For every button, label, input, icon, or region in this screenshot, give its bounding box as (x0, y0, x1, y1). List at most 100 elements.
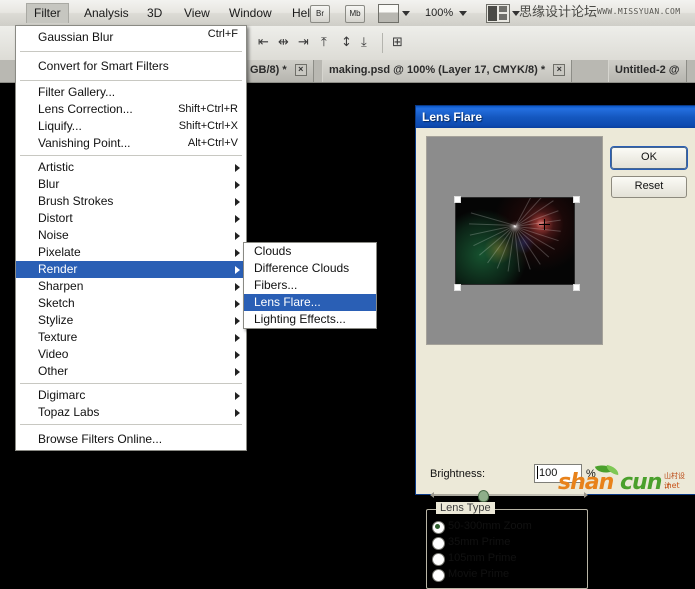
submenu-arrow-icon (235, 232, 240, 240)
menu-window[interactable]: Window (222, 4, 279, 22)
submenu-item-clouds[interactable]: Clouds (244, 243, 376, 260)
bridge-button[interactable]: Br (310, 5, 330, 23)
menu-item-render-label: Render (38, 262, 78, 276)
menu-item-pixelate[interactable]: Pixelate (16, 244, 246, 261)
menu-3d[interactable]: 3D (140, 4, 169, 22)
preview-handle-br[interactable] (573, 284, 580, 291)
submenu-arrow-icon (235, 317, 240, 325)
menu-item-gaussian-blur[interactable]: Gaussian Blur Ctrl+F (16, 26, 246, 48)
render-submenu[interactable]: Clouds Difference Clouds Fibers... Lens … (243, 242, 377, 329)
document-tab-0-close-icon[interactable]: × (294, 64, 307, 77)
view-extras-icon[interactable] (378, 4, 399, 23)
submenu-arrow-icon (235, 266, 240, 274)
menu-item-topaz-labs[interactable]: Topaz Labs (16, 404, 246, 421)
submenu-arrow-icon (235, 249, 240, 257)
menu-item-brush-strokes[interactable]: Brush Strokes (16, 193, 246, 210)
lens-type-legend: Lens Type (436, 502, 495, 514)
document-tab-1-close-icon[interactable]: × (553, 64, 566, 77)
ok-button[interactable]: OK (610, 146, 688, 170)
reset-button[interactable]: Reset (611, 176, 687, 198)
menu-item-texture-label: Texture (38, 330, 78, 344)
menu-window-label: Window (229, 6, 272, 20)
radio-icon-movie-prime[interactable] (432, 569, 445, 582)
radio-icon-105mm-prime[interactable] (432, 553, 445, 566)
brightness-slider-thumb[interactable] (478, 490, 489, 502)
preview-handle-bl[interactable] (454, 284, 461, 291)
distribute-middle-icon[interactable]: ↕ (341, 35, 352, 50)
menu-item-texture[interactable]: Texture (16, 329, 246, 346)
menu-separator-3 (20, 155, 242, 156)
auto-align-icon[interactable]: ⊞ (392, 35, 403, 50)
submenu-arrow-icon (235, 334, 240, 342)
submenu-item-lighting-effects[interactable]: Lighting Effects... (244, 311, 376, 328)
menu-item-filter-gallery-label: Filter Gallery... (38, 85, 116, 99)
filter-dropdown-menu[interactable]: Gaussian Blur Ctrl+F Convert for Smart F… (15, 25, 247, 451)
menu-item-filter-gallery[interactable]: Filter Gallery... (16, 84, 246, 101)
submenu-item-lens-flare[interactable]: Lens Flare... (244, 294, 376, 311)
submenu-arrow-icon (235, 164, 240, 172)
lens-type-option-1-label: 35mm Prime (448, 536, 511, 548)
menu-item-liquify[interactable]: Liquify... Shift+Ctrl+X (16, 118, 246, 135)
view-extras-chevron-down-icon[interactable] (402, 11, 410, 16)
menu-item-digimarc[interactable]: Digimarc (16, 387, 246, 404)
document-tab-2[interactable]: Untitled-2 @ (608, 60, 687, 82)
menu-item-noise[interactable]: Noise (16, 227, 246, 244)
menu-item-convert-for-smart-filters[interactable]: Convert for Smart Filters (16, 55, 246, 77)
menu-analysis[interactable]: Analysis (77, 4, 136, 22)
align-left-icon[interactable]: ⇤ (258, 35, 269, 50)
menu-item-digimarc-label: Digimarc (38, 388, 86, 402)
document-tab-0[interactable]: GB/8) * × (243, 60, 314, 82)
align-right-icon[interactable]: ⇥ (298, 35, 309, 50)
menu-item-blur[interactable]: Blur (16, 176, 246, 193)
submenu-item-fibers-label: Fibers... (254, 278, 298, 292)
preview-handle-tr[interactable] (573, 196, 580, 203)
menu-item-lens-correction-shortcut: Shift+Ctrl+R (178, 103, 238, 115)
menu-view[interactable]: View (177, 4, 217, 22)
radio-icon-50-300mm-zoom[interactable] (432, 521, 445, 534)
menu-item-stylize[interactable]: Stylize (16, 312, 246, 329)
flare-center-crosshair-icon[interactable] (539, 219, 550, 230)
submenu-arrow-icon (235, 198, 240, 206)
submenu-arrow-icon (235, 351, 240, 359)
menu-analysis-label: Analysis (84, 6, 129, 20)
menu-item-topaz-labs-label: Topaz Labs (38, 405, 100, 419)
zoom-level-value[interactable]: 100% (425, 5, 453, 21)
radio-icon-35mm-prime[interactable] (432, 537, 445, 550)
dialog-title-bar[interactable]: Lens Flare (416, 106, 695, 128)
menu-item-artistic[interactable]: Artistic (16, 159, 246, 176)
preview-handle-tl[interactable] (454, 196, 461, 203)
brightness-label: Brightness: (430, 468, 486, 480)
document-tab-1[interactable]: making.psd @ 100% (Layer 17, CMYK/8) * × (322, 60, 573, 82)
mini-bridge-button[interactable]: Mb (345, 5, 365, 23)
menu-bar: Filter Analysis 3D View Window Help Br M… (0, 0, 695, 27)
submenu-item-fibers[interactable]: Fibers... (244, 277, 376, 294)
menu-item-other[interactable]: Other (16, 363, 246, 380)
menu-filter[interactable]: Filter (26, 3, 69, 23)
align-center-icon[interactable]: ⇹ (278, 35, 289, 50)
menu-item-browse-filters-online[interactable]: Browse Filters Online... (16, 428, 246, 450)
menu-filter-label: Filter (34, 6, 61, 20)
menu-item-vanishing-point[interactable]: Vanishing Point... Alt+Ctrl+V (16, 135, 246, 152)
menu-view-label: View (184, 6, 210, 20)
menu-item-video[interactable]: Video (16, 346, 246, 363)
workspace-layout-icon[interactable] (486, 4, 510, 23)
menu-item-sketch[interactable]: Sketch (16, 295, 246, 312)
menu-item-distort[interactable]: Distort (16, 210, 246, 227)
submenu-item-difference-clouds-label: Difference Clouds (254, 261, 350, 275)
menu-item-lens-correction[interactable]: Lens Correction... Shift+Ctrl+R (16, 101, 246, 118)
menu-item-gaussian-blur-label: Gaussian Blur (38, 30, 114, 44)
flare-preview-image[interactable] (455, 197, 575, 285)
distribute-bottom-icon[interactable]: ⤓ (361, 35, 367, 50)
menu-item-sharpen[interactable]: Sharpen (16, 278, 246, 295)
menu-separator-4 (20, 383, 242, 384)
submenu-arrow-icon (235, 300, 240, 308)
dialog-title-label: Lens Flare (422, 110, 483, 124)
lens-flare-dialog[interactable]: Lens Flare OK Reset Brightness: 100 % Le… (415, 105, 695, 589)
menu-item-blur-label: Blur (38, 177, 60, 191)
distribute-top-icon[interactable]: ⤒ (321, 35, 327, 50)
flare-preview-area[interactable] (426, 136, 603, 345)
zoom-chevron-down-icon[interactable] (459, 11, 467, 16)
submenu-item-difference-clouds[interactable]: Difference Clouds (244, 260, 376, 277)
menu-item-artistic-label: Artistic (38, 160, 74, 174)
menu-item-render[interactable]: Render (16, 261, 246, 278)
